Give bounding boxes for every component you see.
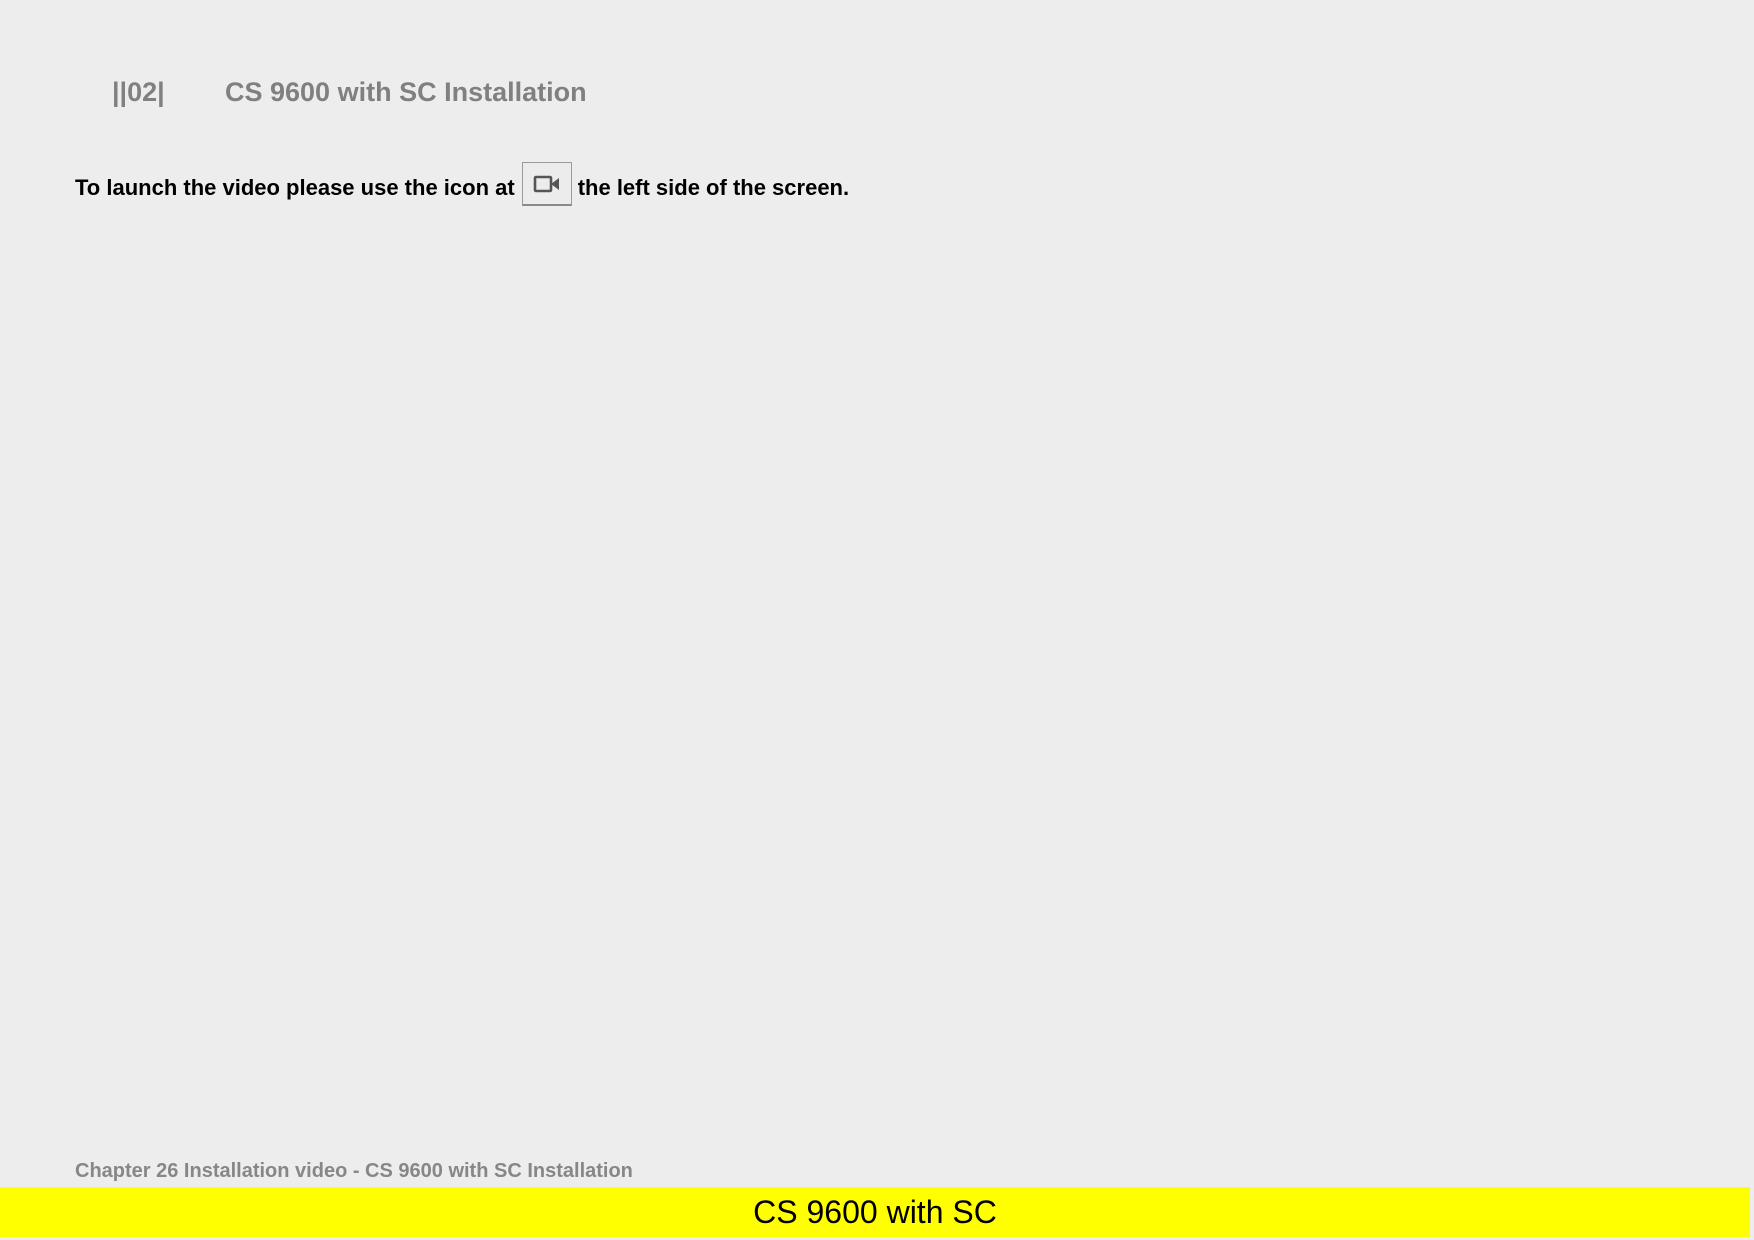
page-title: CS 9600 with SC Installation [225, 76, 587, 107]
footer-banner-text: CS 9600 with SC [753, 1193, 997, 1230]
video-camera-icon [533, 175, 559, 192]
instruction-line: To launch the video please use the icon … [75, 162, 849, 206]
section-number: ||02| [112, 76, 165, 107]
page-header: ||02| CS 9600 with SC Installation [112, 72, 587, 112]
instruction-text-after: the left side of the screen. [577, 175, 850, 200]
chapter-footer: Chapter 26 Installation video - CS 9600 … [75, 1160, 633, 1182]
video-launch-button[interactable] [521, 162, 572, 206]
instruction-text-before: To launch the video please use the icon … [75, 175, 515, 200]
footer-banner: CS 9600 with SC [0, 1187, 1750, 1237]
